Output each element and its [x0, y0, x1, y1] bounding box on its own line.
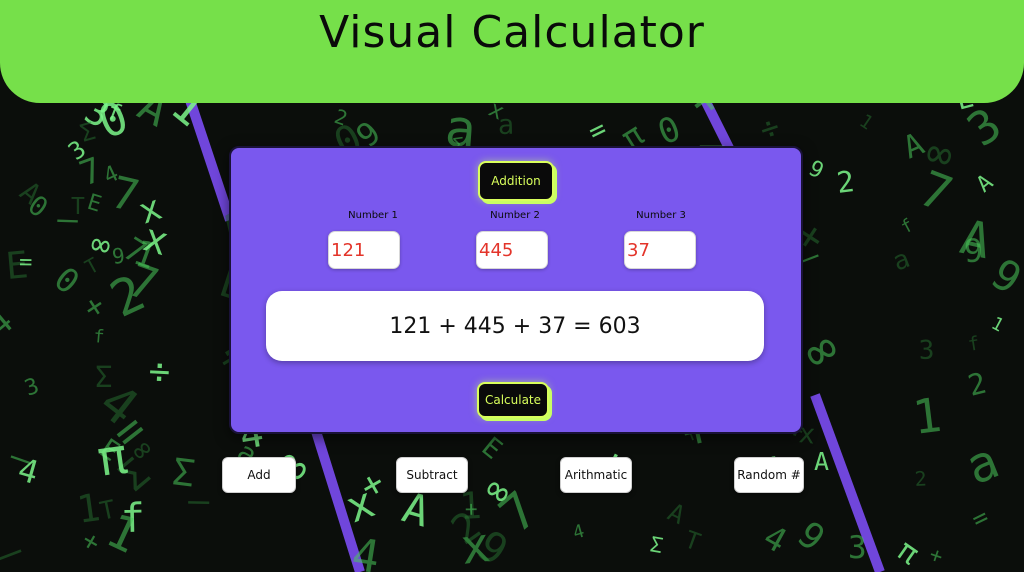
arithmatic-button[interactable]: Arithmatic: [560, 457, 632, 493]
number-1-label: Number 1: [348, 210, 398, 221]
svg-text:T: T: [71, 194, 85, 220]
mode-button-addition[interactable]: Addition: [478, 161, 554, 201]
result-display: 121 + 445 + 37 = 603: [266, 291, 764, 361]
calculate-button[interactable]: Calculate: [477, 382, 549, 418]
svg-text:f: f: [93, 326, 106, 348]
app-header: Visual Calculator: [0, 0, 1024, 103]
number-2-input[interactable]: [476, 231, 548, 269]
calculator-panel: Addition Number 1 Number 2 Number 3 121 …: [229, 146, 803, 434]
number-3-input[interactable]: [624, 231, 696, 269]
svg-text:3: 3: [848, 530, 867, 566]
svg-text:3: 3: [918, 335, 935, 366]
add-button[interactable]: Add: [222, 457, 296, 493]
svg-text:=: =: [19, 250, 33, 275]
random-number-button[interactable]: Random #: [734, 457, 804, 493]
app-title: Visual Calculator: [319, 7, 705, 59]
svg-text:—: —: [188, 481, 211, 521]
number-2-label: Number 2: [490, 210, 540, 221]
subtract-button[interactable]: Subtract: [396, 457, 468, 493]
svg-text:÷: ÷: [148, 351, 172, 393]
svg-text:Σ: Σ: [95, 360, 112, 394]
page: 710E2+a++Σ93∞aEE1fA3aAπ—∞Σπfx9ax0Afa272A…: [0, 0, 1024, 572]
number-1-input[interactable]: [328, 231, 400, 269]
svg-text:2: 2: [914, 466, 927, 491]
number-3-label: Number 3: [636, 210, 686, 221]
svg-text:A: A: [814, 447, 829, 476]
